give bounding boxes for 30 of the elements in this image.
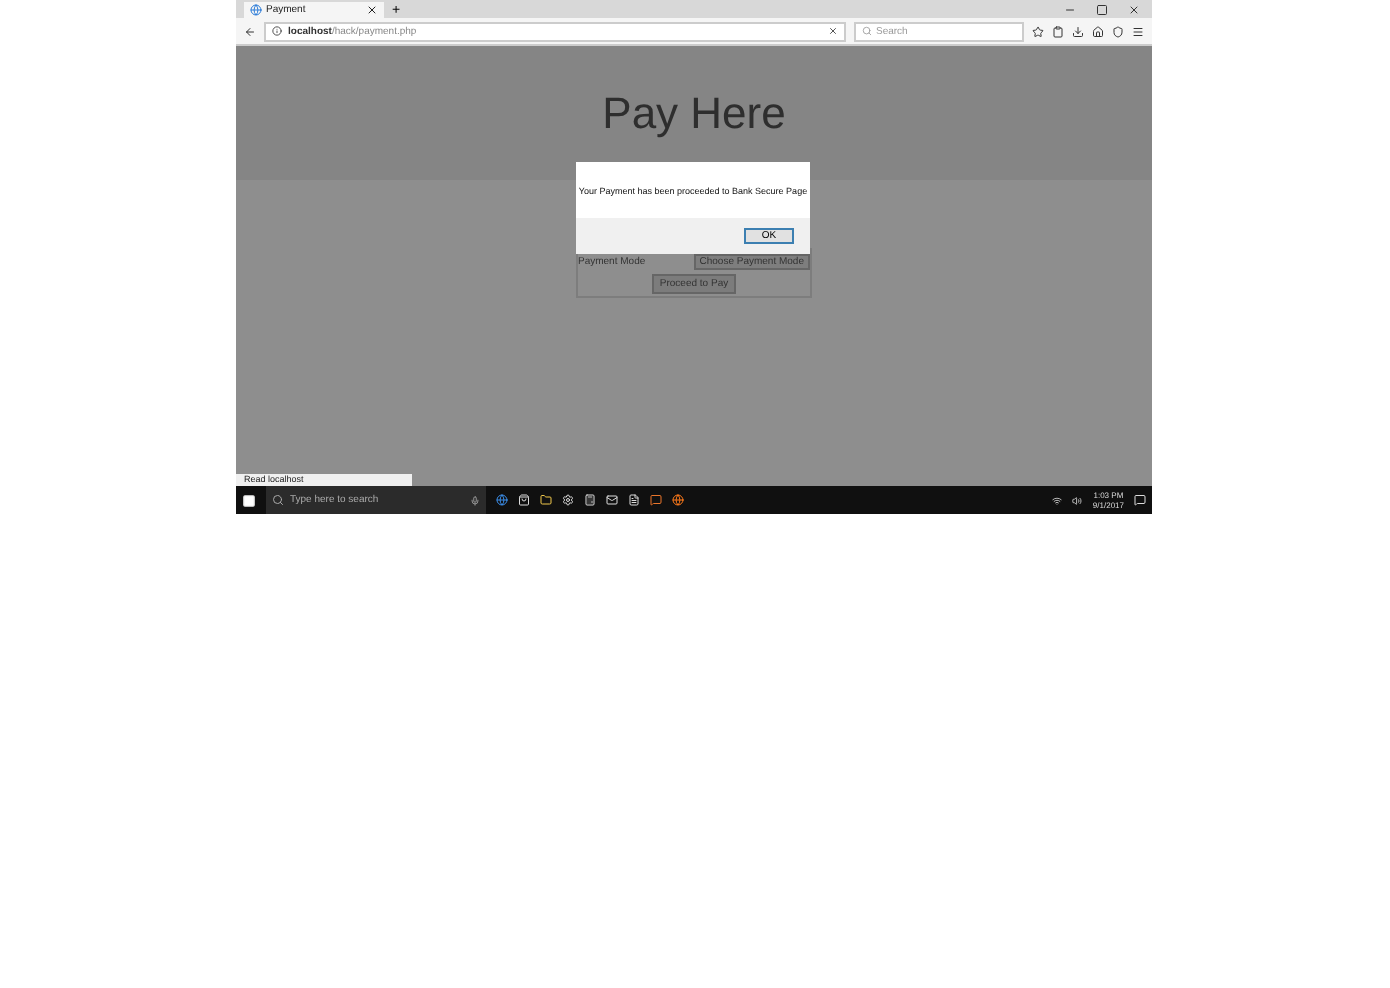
download-icon[interactable]	[1072, 25, 1084, 37]
globe-icon[interactable]	[496, 494, 508, 506]
back-icon[interactable]	[244, 25, 256, 37]
menu-icon[interactable]	[1132, 25, 1144, 37]
mic-icon[interactable]	[470, 495, 480, 505]
document-icon[interactable]	[628, 494, 640, 506]
network-icon[interactable]	[1052, 495, 1063, 505]
mail-icon[interactable]	[606, 494, 618, 506]
volume-icon[interactable]	[1072, 495, 1083, 505]
close-icon[interactable]	[1128, 3, 1140, 15]
search-icon	[272, 494, 284, 506]
notification-icon[interactable]	[1134, 494, 1146, 506]
close-icon[interactable]	[366, 4, 378, 16]
calculator-icon[interactable]	[584, 494, 596, 506]
chat-icon[interactable]	[650, 494, 662, 506]
folder-icon[interactable]	[540, 494, 552, 506]
bag-icon[interactable]	[518, 494, 530, 506]
search-icon	[862, 26, 872, 36]
page-heading: Pay Here	[602, 87, 786, 139]
maximize-icon[interactable]	[1096, 3, 1108, 15]
start-icon[interactable]	[242, 493, 256, 507]
globe-icon[interactable]	[672, 494, 684, 506]
minimize-icon[interactable]	[1064, 3, 1076, 15]
clipboard-icon[interactable]	[1052, 25, 1064, 37]
bookmark-icon[interactable]	[1032, 25, 1044, 37]
settings-icon[interactable]	[562, 494, 574, 506]
loading-icon	[250, 4, 262, 16]
shield-icon[interactable]	[1112, 25, 1124, 37]
home-icon[interactable]	[1092, 25, 1104, 37]
info-icon	[272, 26, 282, 36]
